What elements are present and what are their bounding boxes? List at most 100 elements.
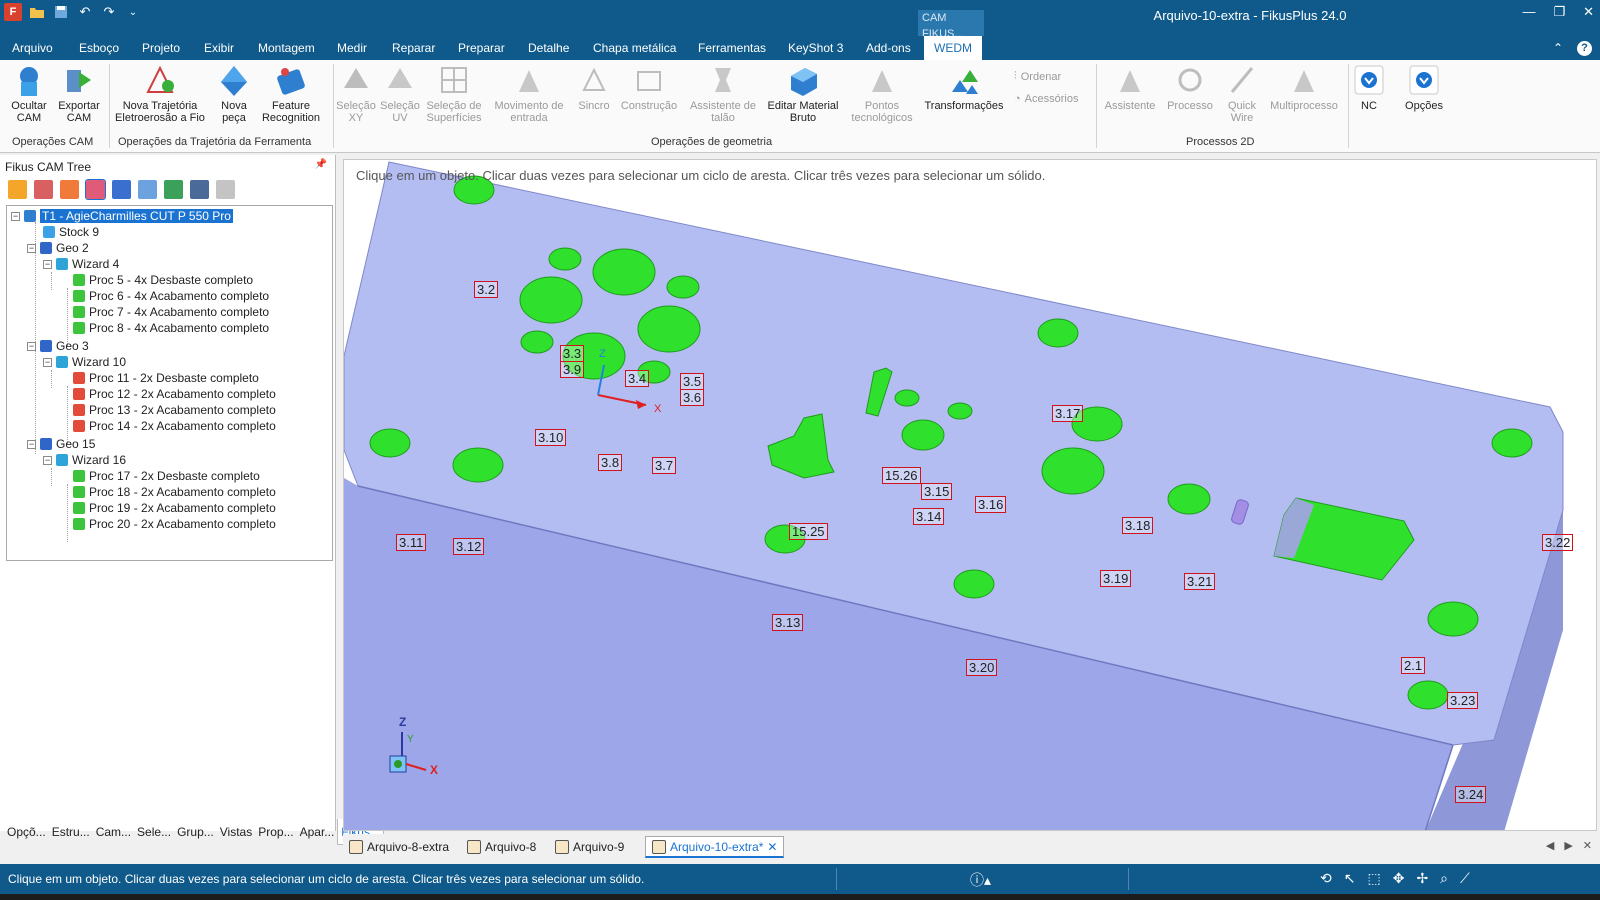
- tab-aparencia[interactable]: Apar...: [297, 819, 338, 845]
- tree-node-root[interactable]: − T1 - AgieCharmilles CUT P 550 Pro: [11, 208, 233, 224]
- tree-node-wizard[interactable]: − Wizard 4: [43, 256, 119, 272]
- box-select-icon[interactable]: ⬚: [1367, 870, 1380, 887]
- processo-button[interactable]: Processo: [1163, 64, 1217, 112]
- feature-label[interactable]: 3.23: [1447, 692, 1479, 709]
- editar-material-bruto-button[interactable]: Editar Material Bruto: [764, 64, 842, 124]
- feature-label[interactable]: 3.17: [1052, 405, 1084, 422]
- multiprocesso-button[interactable]: Multiprocesso: [1266, 64, 1342, 112]
- 3d-viewport[interactable]: X Z Z Y X Clique em um objeto. Clicar du…: [343, 159, 1597, 831]
- assistente-button[interactable]: Assistente: [1100, 64, 1160, 112]
- move-icon[interactable]: ✢: [1416, 870, 1428, 887]
- feature-label[interactable]: 3.14: [913, 508, 945, 525]
- stock-box-icon[interactable]: [60, 180, 79, 199]
- feature-label[interactable]: 3.10: [535, 429, 567, 446]
- info-icon[interactable]: ⓘ▴: [970, 870, 991, 890]
- undo-icon[interactable]: ↶: [76, 3, 94, 21]
- feature-label[interactable]: 3.8: [598, 454, 623, 471]
- feature-label[interactable]: 3.4: [625, 370, 650, 387]
- menu-arquivo[interactable]: Arquivo: [12, 41, 53, 55]
- toolpath-icon[interactable]: [34, 180, 53, 199]
- opcoes-button[interactable]: Opções: [1400, 64, 1448, 112]
- collapse-toggle-icon[interactable]: −: [27, 341, 36, 351]
- selecao-xy-button[interactable]: Seleção XY: [334, 64, 378, 124]
- pin-icon[interactable]: 📌: [315, 159, 327, 170]
- feature-label[interactable]: 2.1: [1401, 657, 1426, 674]
- feature-label[interactable]: 3.12: [453, 538, 485, 555]
- close-all-icon[interactable]: ✕: [1583, 839, 1592, 852]
- doc-tab[interactable]: Arquivo-8: [461, 836, 542, 858]
- collapse-toggle-icon[interactable]: −: [43, 357, 52, 367]
- sincro-button[interactable]: Sincro: [572, 64, 616, 112]
- feature-label[interactable]: 3.18: [1122, 517, 1154, 534]
- ocultar-cam-button[interactable]: Ocultar CAM: [6, 64, 52, 124]
- layers-icon[interactable]: [164, 180, 183, 199]
- menu-chapa-metalica[interactable]: Chapa metálica: [593, 41, 676, 55]
- doc-tab[interactable]: Arquivo-9: [549, 836, 630, 858]
- tab-selecao[interactable]: Sele...: [134, 819, 174, 845]
- quick-wire-button[interactable]: Quick Wire: [1220, 64, 1264, 124]
- app-logo-icon[interactable]: F: [4, 3, 22, 21]
- measure-icon[interactable]: ⟋: [1460, 870, 1470, 887]
- tab-camadas[interactable]: Cam...: [93, 819, 134, 845]
- feature-label[interactable]: 3.6: [680, 389, 705, 406]
- nc-button[interactable]: NC: [1352, 64, 1386, 112]
- tree-node-geo[interactable]: − Geo 15: [27, 436, 95, 452]
- tree-node-proc[interactable]: Proc 17 - 2x Desbaste completo: [73, 468, 260, 484]
- feature-label[interactable]: 3.24: [1455, 786, 1487, 803]
- machine-icon[interactable]: [8, 180, 27, 199]
- menu-ferramentas[interactable]: Ferramentas: [698, 41, 766, 55]
- feature-label[interactable]: 3.19: [1100, 570, 1132, 587]
- collapse-ribbon-icon[interactable]: ⌃: [1553, 41, 1563, 56]
- menu-esboco[interactable]: Esboço: [79, 41, 119, 55]
- movimento-entrada-button[interactable]: Movimento de entrada: [490, 64, 568, 124]
- feature-label[interactable]: 3.11: [396, 534, 427, 551]
- geometry-box-icon[interactable]: [85, 179, 106, 200]
- tab-opcoes[interactable]: Opçõ...: [4, 819, 49, 845]
- feature-label[interactable]: 3.22: [1542, 534, 1574, 551]
- feature-label[interactable]: 3.20: [966, 659, 998, 676]
- feature-label[interactable]: 3.7: [652, 457, 677, 474]
- tab-propriedades[interactable]: Prop...: [255, 819, 296, 845]
- collapse-toggle-icon[interactable]: −: [43, 259, 52, 269]
- menu-montagem[interactable]: Montagem: [258, 41, 315, 55]
- menu-add-ons[interactable]: Add-ons: [866, 41, 911, 55]
- close-tab-icon[interactable]: ✕: [767, 840, 777, 854]
- tree-node-wizard[interactable]: − Wizard 16: [43, 452, 126, 468]
- feature-label[interactable]: 15.26: [882, 467, 921, 484]
- feature-label[interactable]: 3.15: [921, 483, 953, 500]
- nova-peca-button[interactable]: Nova peça: [212, 64, 256, 124]
- pointer-icon[interactable]: ↖: [1344, 870, 1356, 887]
- tree-node-proc[interactable]: Proc 6 - 4x Acabamento completo: [73, 288, 269, 304]
- tree-node-proc[interactable]: Proc 18 - 2x Acabamento completo: [73, 484, 276, 500]
- zoom-icon[interactable]: ⌕: [1440, 870, 1448, 887]
- save-icon[interactable]: [52, 3, 70, 21]
- menu-projeto[interactable]: Projeto: [142, 41, 180, 55]
- feature-label[interactable]: 3.21: [1184, 573, 1216, 590]
- doc-tab-active[interactable]: Arquivo-10-extra* ✕: [645, 836, 785, 858]
- tree-node-proc[interactable]: Proc 7 - 4x Acabamento completo: [73, 304, 269, 320]
- collapse-toggle-icon[interactable]: −: [27, 439, 36, 449]
- transformacoes-button[interactable]: Transformações: [920, 64, 1008, 112]
- collapse-toggle-icon[interactable]: −: [27, 243, 36, 253]
- menu-wedm[interactable]: WEDM: [924, 36, 982, 60]
- menu-exibir[interactable]: Exibir: [204, 41, 234, 55]
- tab-vistas[interactable]: Vistas: [217, 819, 255, 845]
- pan-icon[interactable]: ✥: [1393, 870, 1405, 887]
- tab-scroll-left-icon[interactable]: ◀: [1546, 839, 1554, 852]
- filter-icon[interactable]: [190, 180, 209, 199]
- tree-node-proc[interactable]: Proc 11 - 2x Desbaste completo: [73, 370, 259, 386]
- feature-label[interactable]: 3.2: [474, 281, 499, 298]
- wizard-icon[interactable]: [112, 180, 131, 199]
- tree-node-proc[interactable]: Proc 19 - 2x Acabamento completo: [73, 500, 276, 516]
- tree-node-geo[interactable]: − Geo 3: [27, 338, 89, 354]
- close-icon[interactable]: ✕: [1583, 4, 1594, 20]
- copy-icon[interactable]: [138, 180, 157, 199]
- menu-reparar[interactable]: Reparar: [392, 41, 435, 55]
- menu-preparar[interactable]: Preparar: [458, 41, 505, 55]
- tree-node-proc[interactable]: Proc 5 - 4x Desbaste completo: [73, 272, 253, 288]
- feature-label[interactable]: 3.3: [560, 345, 585, 362]
- tab-scroll-right-icon[interactable]: ▶: [1564, 839, 1572, 852]
- menu-keyshot[interactable]: KeyShot 3: [788, 41, 843, 55]
- feature-label[interactable]: 15.25: [789, 523, 828, 540]
- tree-node-proc[interactable]: Proc 20 - 2x Acabamento completo: [73, 516, 276, 532]
